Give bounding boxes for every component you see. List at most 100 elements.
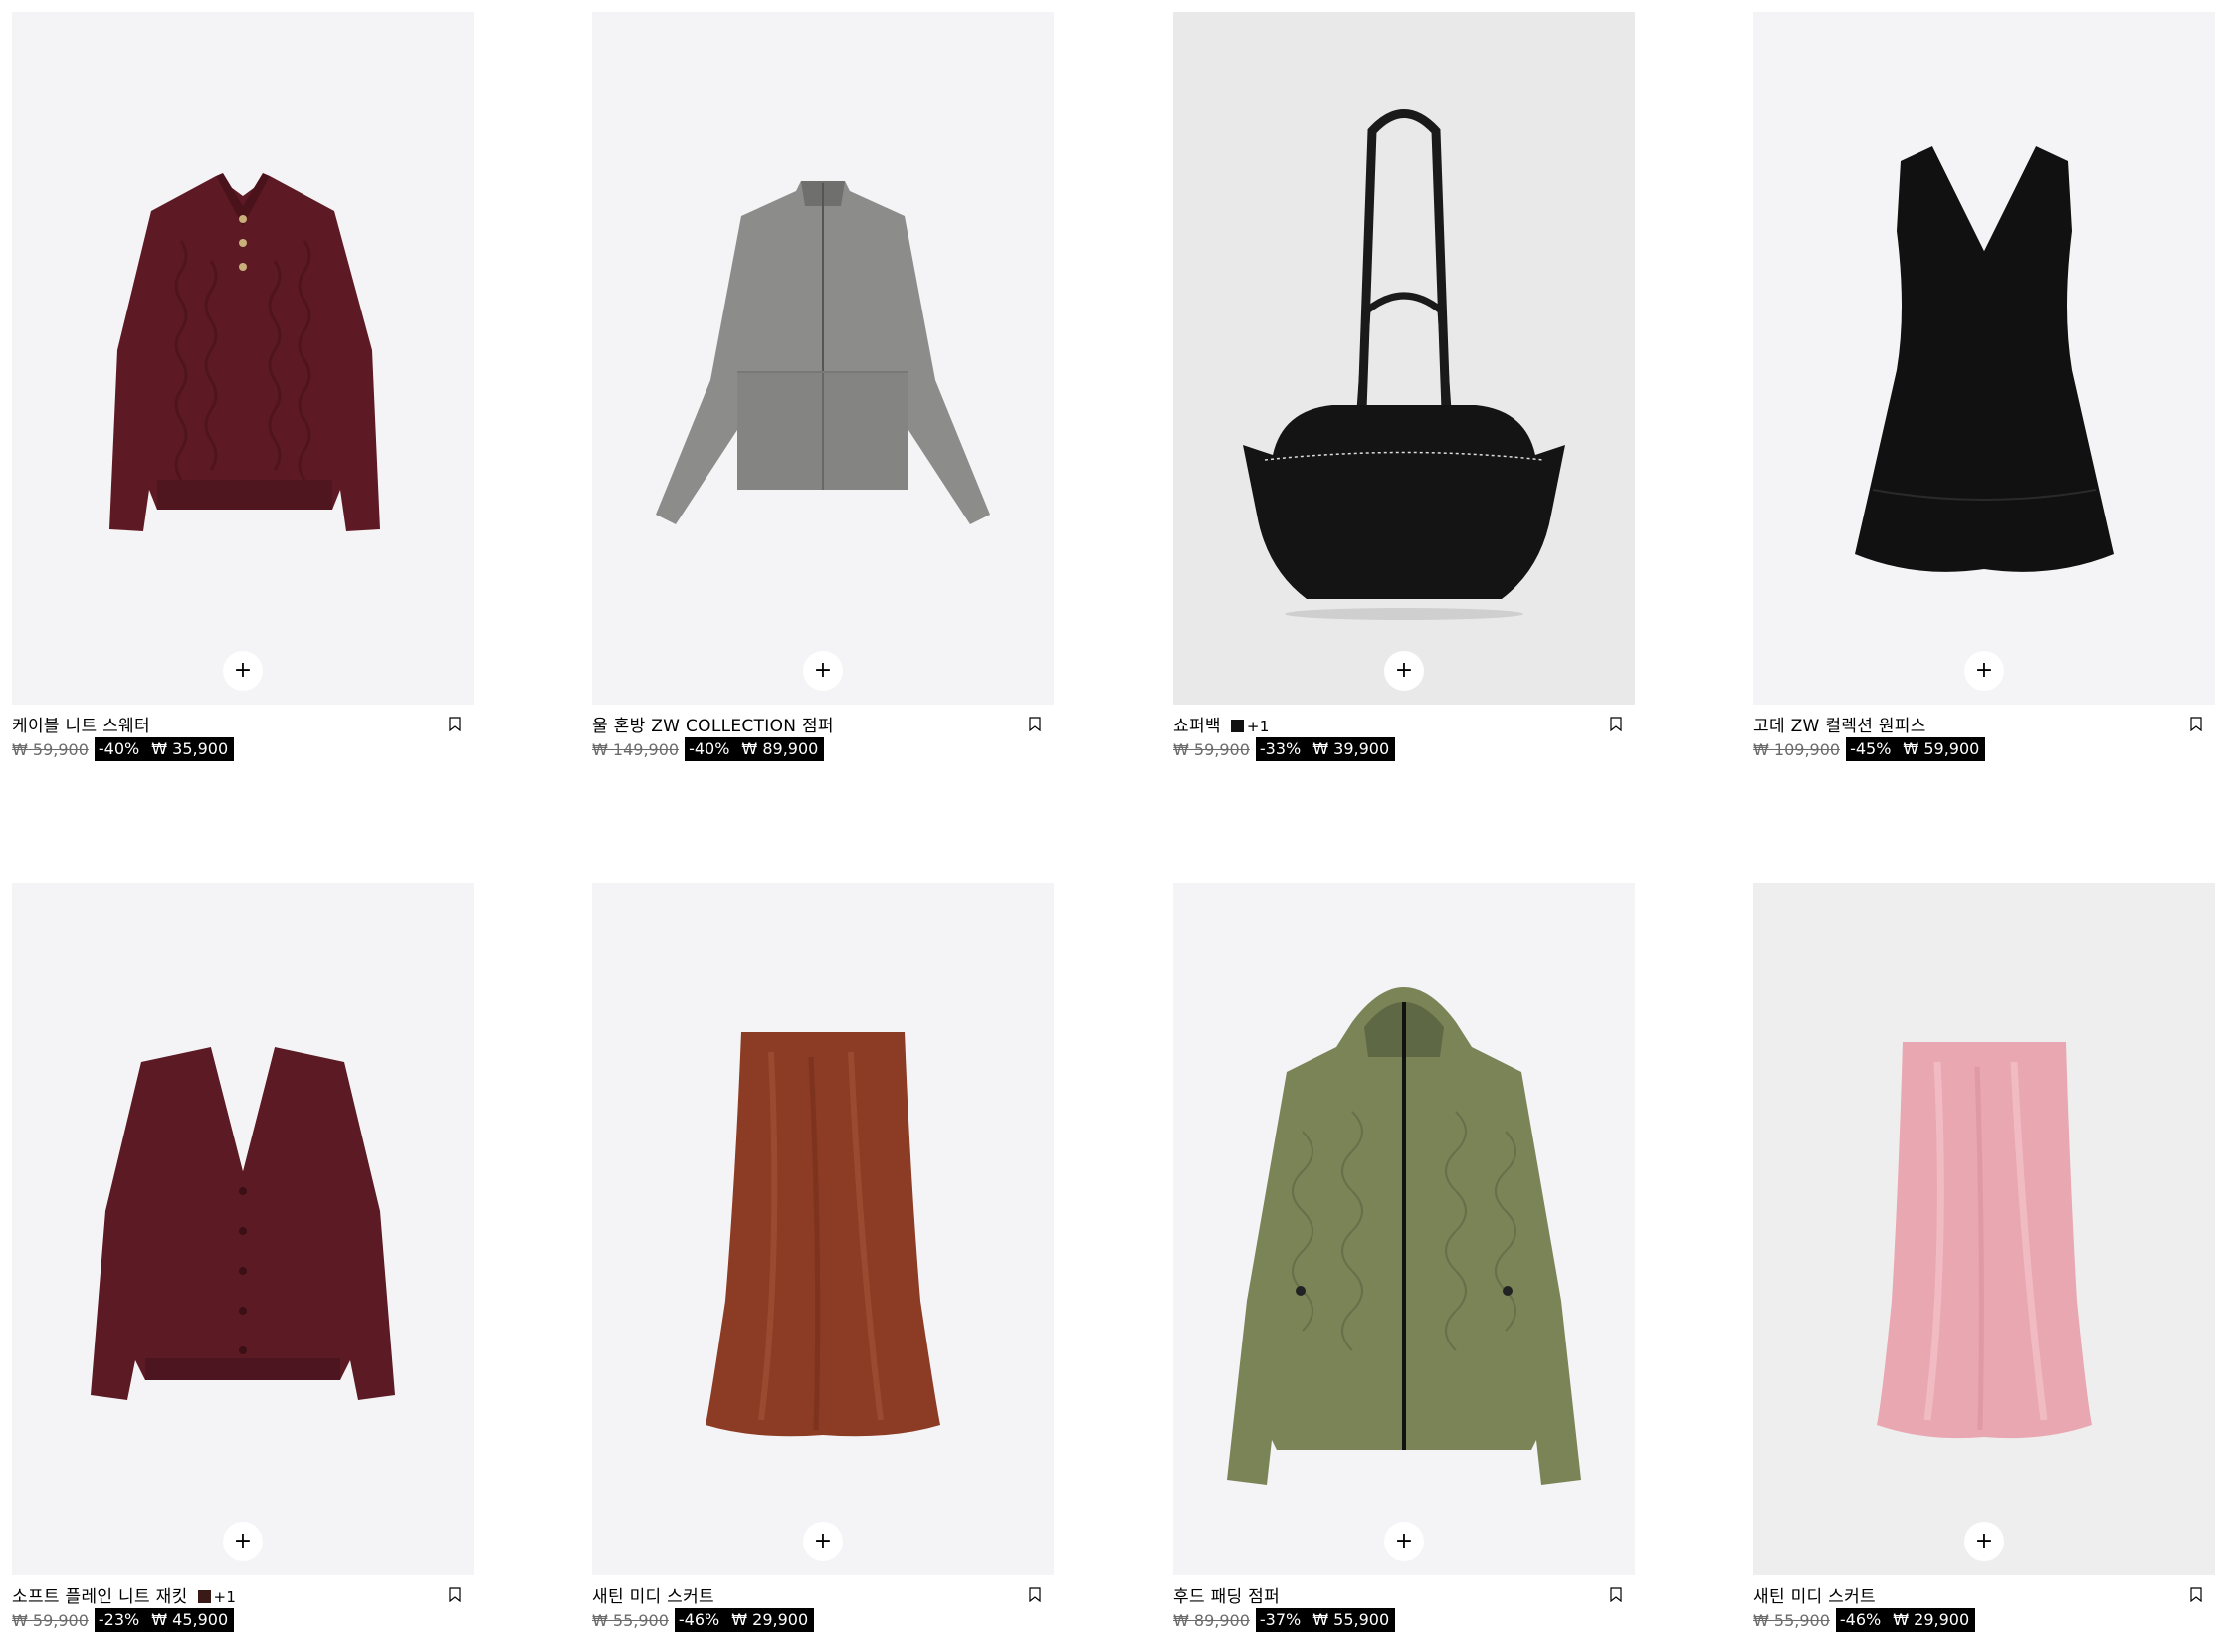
original-price: ₩ 89,900 <box>1173 1610 1250 1630</box>
add-to-cart-button[interactable]: + <box>1964 1522 2004 1561</box>
bookmark-icon[interactable] <box>2185 1583 2207 1605</box>
product-card: + 새틴 미디 스커트 ₩ 55,900 -46% ₩ 29,900 <box>1753 883 2215 1633</box>
color-swatch[interactable] <box>197 1589 211 1603</box>
bookmark-icon[interactable] <box>1605 713 1627 734</box>
bookmark-icon[interactable] <box>2185 713 2207 734</box>
price: ₩ 59,900 -23% ₩ 45,900 <box>12 1607 474 1633</box>
original-price: ₩ 55,900 <box>592 1610 669 1630</box>
discount-percent: -46% <box>678 1610 720 1629</box>
product-name[interactable]: 소프트 플레인 니트 재킷 +1 <box>12 1582 236 1607</box>
plus-icon: + <box>233 1529 253 1553</box>
product-image[interactable]: + <box>1753 883 2215 1575</box>
product-card: + 새틴 미디 스커트 ₩ 55,900 -46% ₩ 29,900 <box>592 883 1054 1633</box>
plus-icon: + <box>1974 658 1994 683</box>
product-image[interactable]: + <box>592 12 1054 705</box>
sale-badge: -40% ₩ 89,900 <box>685 737 825 761</box>
product-card: + 고데 ZW 컬렉션 원피스 ₩ 109,900 -45% ₩ 59,900 <box>1753 12 2215 762</box>
discount-percent: -40% <box>689 739 730 758</box>
more-colors-count[interactable]: +1 <box>1247 718 1270 735</box>
burgundy-sweater-image <box>109 173 380 531</box>
product-image[interactable]: + <box>12 12 474 705</box>
product-name[interactable]: 후드 패딩 점퍼 <box>1173 1582 1280 1607</box>
sale-price: ₩ 55,900 <box>1312 1610 1390 1629</box>
discount-percent: -37% <box>1259 1610 1302 1629</box>
black-dress-image <box>1855 136 2114 572</box>
sale-badge: -33% ₩ 39,900 <box>1255 737 1396 761</box>
sale-badge: -23% ₩ 45,900 <box>94 1608 235 1632</box>
price: ₩ 59,900 -33% ₩ 39,900 <box>1173 736 1635 762</box>
product-card: + 울 혼방 ZW COLLECTION 점퍼 ₩ 149,900 -40% ₩ … <box>592 12 1054 762</box>
plus-icon: + <box>1394 1529 1414 1553</box>
sale-badge: -40% ₩ 35,900 <box>94 737 235 761</box>
pink-skirt-image <box>1877 1042 2092 1439</box>
color-swatch[interactable] <box>1230 719 1244 732</box>
product-name[interactable]: 케이블 니트 스웨터 <box>12 712 150 736</box>
discount-percent: -40% <box>98 739 140 758</box>
price: ₩ 149,900 -40% ₩ 89,900 <box>592 736 1054 762</box>
bookmark-icon[interactable] <box>1605 1583 1627 1605</box>
plus-icon: + <box>1394 658 1414 683</box>
black-bag-image <box>1243 109 1565 620</box>
sale-badge: -45% ₩ 59,900 <box>1846 737 1986 761</box>
product-name[interactable]: 고데 ZW 컬렉션 원피스 <box>1753 712 1926 736</box>
add-to-cart-button[interactable]: + <box>223 651 263 691</box>
original-price: ₩ 149,900 <box>592 739 680 759</box>
add-to-cart-button[interactable]: + <box>223 1522 263 1561</box>
add-to-cart-button[interactable]: + <box>1964 651 2004 691</box>
product-name[interactable]: 울 혼방 ZW COLLECTION 점퍼 <box>592 712 834 736</box>
bookmark-icon[interactable] <box>1024 713 1046 734</box>
add-to-cart-button[interactable]: + <box>803 651 843 691</box>
price: ₩ 59,900 -40% ₩ 35,900 <box>12 736 474 762</box>
product-name[interactable]: 쇼퍼백 +1 <box>1173 712 1270 736</box>
product-name[interactable]: 새틴 미디 스커트 <box>1753 1582 1876 1607</box>
add-to-cart-button[interactable]: + <box>1384 1522 1424 1561</box>
product-card: + 케이블 니트 스웨터 ₩ 59,900 -40% ₩ 35,900 <box>12 12 474 762</box>
grey-jacket-image <box>656 181 990 524</box>
more-colors-count[interactable]: +1 <box>214 1588 237 1606</box>
sale-badge: -37% ₩ 55,900 <box>1255 1608 1396 1632</box>
price: ₩ 89,900 -37% ₩ 55,900 <box>1173 1607 1635 1633</box>
product-card: + 후드 패딩 점퍼 ₩ 89,900 -37% ₩ 55,900 <box>1173 883 1635 1633</box>
discount-percent: -33% <box>1259 739 1302 758</box>
original-price: ₩ 59,900 <box>12 739 89 759</box>
add-to-cart-button[interactable]: + <box>803 1522 843 1561</box>
sale-price: ₩ 59,900 <box>1903 739 1980 758</box>
product-image[interactable]: + <box>1753 12 2215 705</box>
price: ₩ 55,900 -46% ₩ 29,900 <box>1753 1607 2215 1633</box>
sale-price: ₩ 29,900 <box>731 1610 809 1629</box>
discount-percent: -45% <box>1850 739 1892 758</box>
sale-price: ₩ 89,900 <box>741 739 819 758</box>
product-image[interactable]: + <box>1173 883 1635 1575</box>
discount-percent: -23% <box>98 1610 140 1629</box>
sale-price: ₩ 39,900 <box>1312 739 1390 758</box>
sale-price: ₩ 29,900 <box>1893 1610 1970 1629</box>
product-image[interactable]: + <box>1173 12 1635 705</box>
original-price: ₩ 109,900 <box>1753 739 1841 759</box>
product-card: + 소프트 플레인 니트 재킷 +1 ₩ 59,900 -23% ₩ 45,900 <box>12 883 474 1633</box>
price: ₩ 109,900 -45% ₩ 59,900 <box>1753 736 2215 762</box>
product-name[interactable]: 새틴 미디 스커트 <box>592 1582 714 1607</box>
original-price: ₩ 59,900 <box>12 1610 89 1630</box>
bookmark-icon[interactable] <box>444 1583 466 1605</box>
plus-icon: + <box>1974 1529 1994 1553</box>
discount-percent: -46% <box>1839 1610 1882 1629</box>
khaki-jacket-image <box>1227 987 1581 1485</box>
plus-icon: + <box>813 658 833 683</box>
plus-icon: + <box>813 1529 833 1553</box>
plus-icon: + <box>233 658 253 683</box>
bookmark-icon[interactable] <box>1024 1583 1046 1605</box>
sale-badge: -46% ₩ 29,900 <box>1835 1608 1976 1632</box>
sale-price: ₩ 45,900 <box>151 1610 229 1629</box>
burgundy-cardigan-image <box>91 1045 395 1400</box>
product-image[interactable]: + <box>592 883 1054 1575</box>
original-price: ₩ 55,900 <box>1753 1610 1830 1630</box>
product-card: + 쇼퍼백 +1 ₩ 59,900 -33% ₩ 39,900 <box>1173 12 1635 762</box>
sale-price: ₩ 35,900 <box>151 739 229 758</box>
product-grid: + 케이블 니트 스웨터 ₩ 59,900 -40%₩ 35,900 + 울 <box>0 0 2220 1652</box>
add-to-cart-button[interactable]: + <box>1384 651 1424 691</box>
product-image[interactable]: + <box>12 883 474 1575</box>
rust-skirt-image <box>706 1032 940 1437</box>
original-price: ₩ 59,900 <box>1173 739 1250 759</box>
price: ₩ 55,900 -46% ₩ 29,900 <box>592 1607 1054 1633</box>
bookmark-icon[interactable] <box>444 713 466 734</box>
